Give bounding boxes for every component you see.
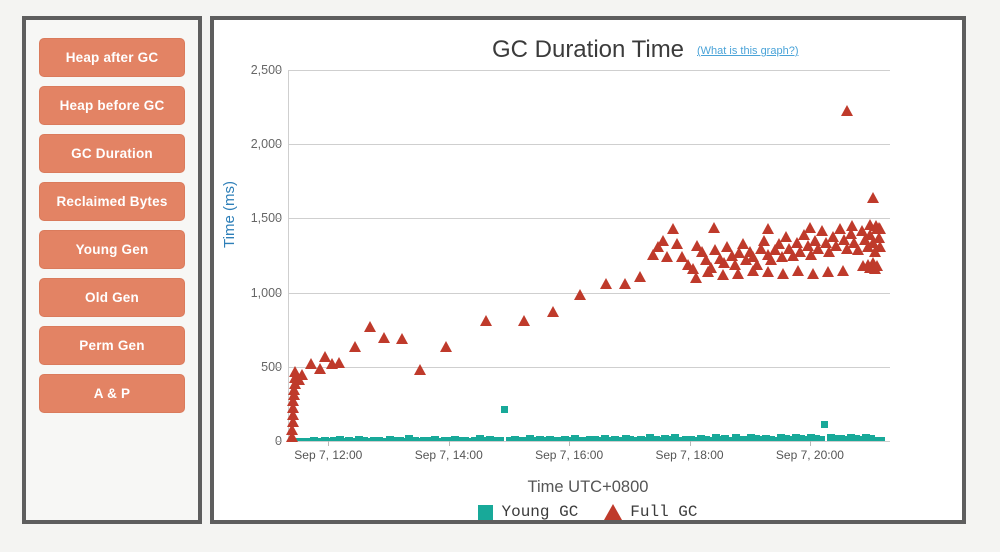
x-axis-tick-label: Sep 7, 14:00 [414,448,483,462]
full-gc-point [573,288,586,300]
x-axis-tick-label: Sep 7, 20:00 [775,448,844,462]
full-gc-point [619,278,632,290]
x-axis-tick-label: Sep 7, 16:00 [535,448,604,462]
full-gc-point [666,223,679,235]
sidebar-item-perm-gen[interactable]: Perm Gen [39,326,185,365]
full-gc-point [701,266,714,278]
full-gc-point [806,267,819,279]
full-gc-point [661,251,674,263]
full-gc-point [689,272,702,284]
full-gc-point [837,264,850,276]
sidebar-item-reclaimed-bytes[interactable]: Reclaimed Bytes [39,182,185,221]
young-gc-point [495,436,504,441]
y-axis-tick-labels: 05001,0001,5002,0002,500 [214,63,282,448]
gridline [288,366,890,368]
full-gc-point [395,333,408,345]
young-gc-point [877,437,886,441]
full-gc-point [776,267,789,279]
x-axis-tick-mark [448,441,450,446]
full-gc-point [761,266,774,278]
full-gc-triangle-icon [604,504,623,520]
chart-title: GC Duration Time [491,36,685,63]
gridline [288,144,890,146]
full-gc-point [517,315,530,327]
full-gc-point [413,364,426,376]
x-axis-tick-label: Sep 7, 18:00 [655,448,724,462]
full-gc-point [348,340,361,352]
full-gc-point [731,267,744,279]
sidebar-item-old-gen[interactable]: Old Gen [39,278,185,317]
y-axis-tick-mark [276,292,282,294]
full-gc-point [634,270,647,282]
gridline [288,292,890,294]
sidebar-item-gc-duration[interactable]: GC Duration [39,134,185,173]
full-gc-point [861,258,874,270]
young-gc-point [817,435,826,441]
full-gc-point [873,241,886,253]
chart-legend: Young GC Full GC [214,503,962,521]
young-gc-point [500,405,508,413]
sidebar-item-heap-after-gc[interactable]: Heap after GC [39,38,185,77]
chart-panel: GC Duration Time (What is this graph?) 0… [210,16,966,524]
full-gc-point [377,331,390,343]
full-gc-point [846,220,859,232]
y-axis-tick-mark [276,441,282,442]
full-gc-point [707,221,720,233]
full-gc-point [439,340,452,352]
full-gc-point [761,223,774,235]
full-gc-point [746,264,759,276]
full-gc-point [600,278,613,290]
x-axis-tick-mark [689,441,691,446]
sidebar-item-young-gen[interactable]: Young Gen [39,230,185,269]
y-axis-tick-mark [276,144,282,146]
full-gc-point [821,266,834,278]
full-gc-point [716,269,729,281]
full-gc-point [480,315,493,327]
sidebar-panel: Heap after GC Heap before GC GC Duration… [22,16,202,524]
x-axis-tick-label: Sep 7, 12:00 [294,448,363,462]
y-axis-tick-mark [276,70,282,71]
gridline [288,441,890,442]
young-gc-point [821,421,829,429]
full-gc-point [791,264,804,276]
sidebar-item-a-and-p[interactable]: A & P [39,374,185,413]
full-gc-point [364,321,377,333]
gridline [288,70,890,71]
y-axis-tick-mark [276,218,282,220]
x-axis-tick-mark [328,441,330,446]
y-axis-tick-mark [276,366,282,368]
full-gc-point [671,238,684,250]
y-axis-title: Time (ms) [220,181,238,248]
x-axis-title: Time UTC+0800 [527,478,649,496]
full-gc-point [546,306,559,318]
sidebar-nav-list: Heap after GC Heap before GC GC Duration… [26,20,198,413]
what-is-this-graph-link[interactable]: (What is this graph?) [697,45,798,57]
legend-label-full-gc: Full GC [630,503,698,521]
legend-item-young-gc[interactable]: Young GC [478,503,578,521]
gridline [288,218,890,220]
chart-container: GC Duration Time (What is this graph?) 0… [214,20,962,521]
sidebar-item-heap-before-gc[interactable]: Heap before GC [39,86,185,125]
page-root: Heap after GC Heap before GC GC Duration… [0,0,1000,552]
full-gc-point [313,362,326,374]
x-axis-tick-mark [809,441,811,446]
full-gc-point [657,235,670,247]
legend-item-full-gc[interactable]: Full GC [604,503,698,521]
legend-label-young-gc: Young GC [501,503,579,521]
young-gc-square-icon [478,504,494,520]
plot-area [286,70,890,443]
full-gc-point [296,369,309,381]
full-gc-point [873,223,886,235]
full-gc-point [841,104,854,116]
full-gc-point [333,356,346,368]
x-axis-tick-mark [569,441,571,446]
full-gc-point [866,192,879,204]
full-gc-point [803,221,816,233]
